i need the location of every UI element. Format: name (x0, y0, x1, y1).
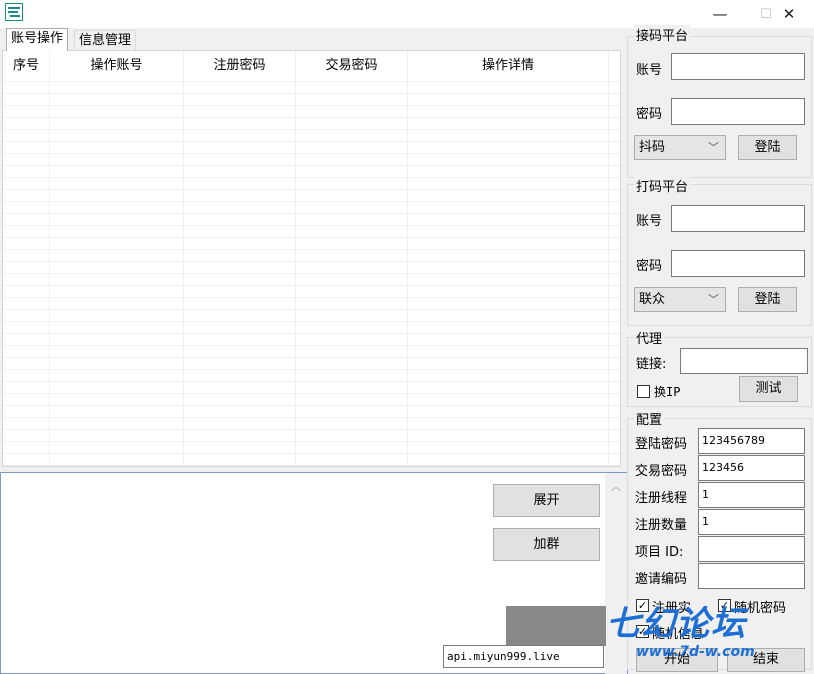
table-row-line (3, 189, 620, 190)
captcha-password-label: 密码 (636, 259, 663, 274)
table-row-line (3, 429, 620, 430)
tab-account-ops[interactable]: 账号操作 (6, 28, 69, 51)
column-header-account[interactable]: 操作账号 (50, 51, 183, 81)
captcha-password-input[interactable] (671, 250, 805, 277)
table-row-line (3, 81, 620, 82)
captcha-platform-select[interactable]: 联众 ﹀ (634, 287, 726, 312)
table-row-line (3, 417, 620, 418)
column-header-register-password[interactable]: 注册密码 (184, 51, 295, 81)
column-header-trade-password[interactable]: 交易密码 (296, 51, 407, 81)
table-row-line (3, 369, 620, 370)
proxy-link-label: 链接: (636, 357, 667, 372)
table-row-line (3, 213, 620, 214)
minimize-icon: — (712, 5, 728, 23)
app-icon (5, 3, 23, 21)
scroll-up-icon[interactable]: ︿ (605, 478, 627, 494)
table-row-line (3, 357, 620, 358)
close-button[interactable]: ✕ (766, 0, 812, 28)
chevron-down-icon: ﹀ (708, 293, 719, 306)
register-count-input[interactable]: 1 (698, 509, 805, 535)
login-password-input[interactable]: 123456789 (698, 428, 805, 454)
swap-ip-label: 换IP (654, 385, 681, 399)
table-row-line (3, 165, 620, 166)
table-row-line (3, 333, 620, 334)
table-row-line (3, 93, 620, 94)
expand-button[interactable]: 展开 (493, 484, 600, 517)
receive-account-input[interactable] (671, 53, 805, 80)
captcha-account-input[interactable] (671, 205, 805, 232)
table-row-line (3, 225, 620, 226)
table-row-line (3, 117, 620, 118)
captcha-login-button[interactable]: 登陆 (738, 287, 797, 312)
config-title: 配置 (634, 409, 665, 428)
receive-account-label: 账号 (636, 63, 663, 78)
receive-platform-select[interactable]: 抖码 ﹀ (634, 135, 726, 160)
table-row-line (3, 321, 620, 322)
invite-code-label: 邀请编码 (635, 572, 688, 587)
register-count-label: 注册数量 (635, 518, 688, 533)
table-row-line (3, 105, 620, 106)
column-header-index[interactable]: 序号 (3, 51, 49, 81)
table-row-line (3, 345, 620, 346)
trade-password-input[interactable]: 123456 (698, 455, 805, 481)
table-row-line (3, 141, 620, 142)
table-row-line (3, 441, 620, 442)
column-header-details[interactable]: 操作详情 (408, 51, 608, 81)
table-row-line (3, 177, 620, 178)
title-bar (0, 0, 814, 28)
swap-ip-checkbox[interactable] (637, 385, 650, 398)
close-icon: ✕ (782, 5, 796, 23)
tab-info-manage[interactable]: 信息管理 (74, 30, 137, 50)
register-threads-label: 注册线程 (635, 491, 688, 506)
captcha-account-label: 账号 (636, 214, 663, 229)
captcha-platform-title: 打码平台 (634, 176, 691, 195)
proxy-test-button[interactable]: 测试 (739, 376, 798, 402)
table-row-line (3, 405, 620, 406)
proxy-link-input[interactable] (680, 348, 808, 374)
table-row-line (3, 285, 620, 286)
trade-password-label: 交易密码 (635, 464, 688, 479)
table-row-line (3, 129, 620, 130)
receive-password-label: 密码 (636, 107, 663, 122)
join-group-button[interactable]: 加群 (493, 528, 600, 561)
gray-placeholder (506, 606, 606, 646)
receive-login-button[interactable]: 登陆 (738, 135, 797, 160)
table-row-line (3, 261, 620, 262)
project-id-input[interactable] (698, 536, 805, 562)
table-row-line (3, 273, 620, 274)
table-row-line (3, 453, 620, 454)
project-id-label: 项目 ID: (635, 545, 684, 560)
table-row-line (3, 153, 620, 154)
table-row-line (3, 237, 620, 238)
register-threads-input[interactable]: 1 (698, 482, 805, 508)
proxy-title: 代理 (634, 328, 665, 347)
login-password-label: 登陆密码 (635, 437, 688, 452)
receive-password-input[interactable] (671, 98, 805, 125)
table-row-line (3, 201, 620, 202)
watermark-url: www.7d-w.com (636, 644, 755, 660)
table-row-line (3, 381, 620, 382)
table-row-line (3, 465, 620, 466)
minimize-button[interactable]: — (697, 0, 743, 28)
account-table[interactable]: 序号 操作账号 注册密码 交易密码 操作详情 (2, 50, 621, 467)
table-row-line (3, 297, 620, 298)
api-field[interactable]: api.miyun999.live (443, 645, 604, 668)
table-row-line (3, 249, 620, 250)
table-row-line (3, 309, 620, 310)
receive-platform-selected: 抖码 (639, 140, 666, 155)
captcha-platform-selected: 联众 (639, 292, 666, 307)
chevron-down-icon: ﹀ (708, 141, 719, 154)
receive-platform-title: 接码平台 (634, 25, 691, 44)
watermark-logo: 七幻论坛 (606, 604, 746, 644)
table-row-line (3, 393, 620, 394)
invite-code-input[interactable] (698, 563, 805, 589)
